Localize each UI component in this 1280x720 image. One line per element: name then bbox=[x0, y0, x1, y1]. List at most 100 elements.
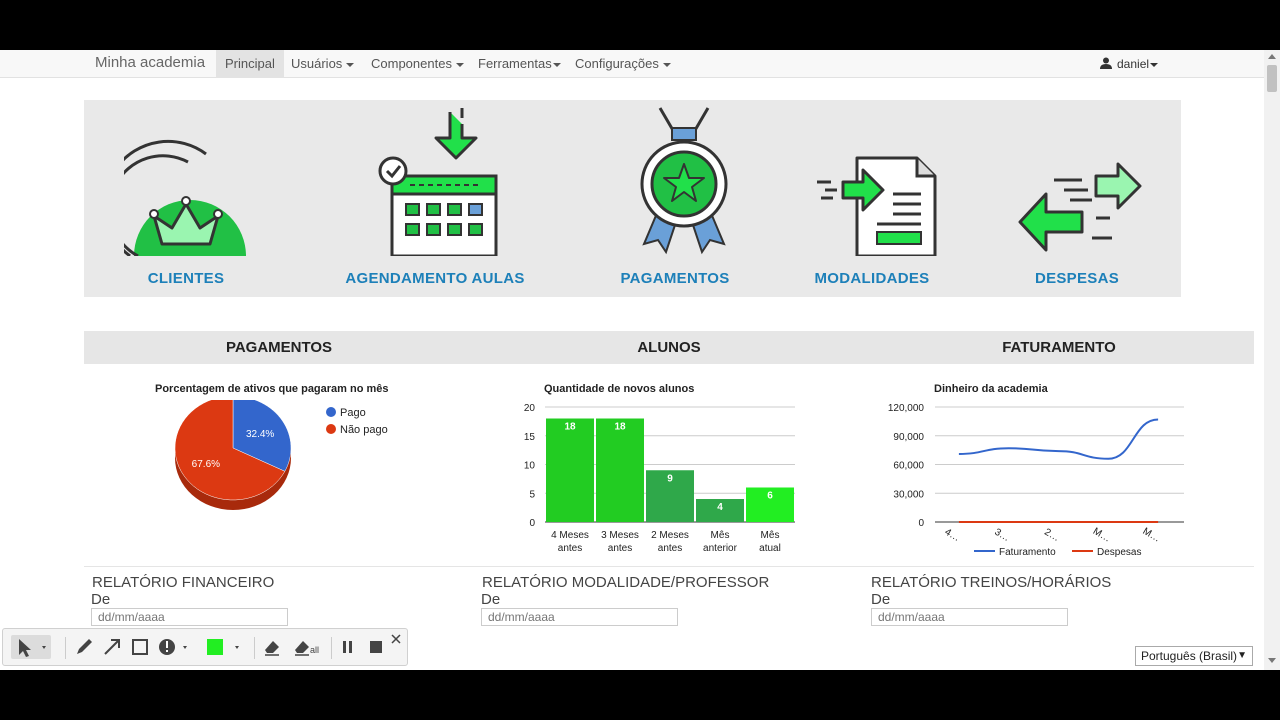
x-tick-label: atual bbox=[759, 543, 781, 554]
pie-slice-label: 67.6% bbox=[192, 459, 220, 470]
dropdown-arrow-icon: ▼ bbox=[1237, 650, 1247, 661]
eraser-all-label: all bbox=[310, 645, 320, 655]
eraser-icon bbox=[265, 641, 279, 656]
x-tick-label: M… bbox=[1091, 526, 1112, 545]
pause-icon bbox=[343, 641, 352, 653]
pause-button[interactable] bbox=[337, 635, 359, 659]
stop-icon bbox=[370, 641, 382, 653]
brand-link[interactable]: Minha academia bbox=[95, 54, 205, 71]
x-tick-label: 4 Meses bbox=[551, 530, 589, 541]
language-select[interactable]: Português (Brasil) ▼ bbox=[1135, 646, 1253, 666]
arrow-tool[interactable] bbox=[101, 635, 123, 659]
pointer-tool[interactable] bbox=[11, 635, 51, 659]
arrow-icon bbox=[104, 639, 120, 655]
caret-down-icon bbox=[455, 62, 464, 67]
y-tick-label: 90,000 bbox=[893, 432, 924, 443]
feature-label: AGENDAMENTO AULAS bbox=[345, 270, 525, 287]
report-from-label: De bbox=[91, 591, 111, 608]
legend-label: Despesas bbox=[1097, 547, 1141, 558]
toolbar-separator bbox=[331, 637, 332, 659]
bar-value-label: 9 bbox=[667, 473, 673, 484]
eraser-all-tool[interactable]: all bbox=[291, 635, 327, 659]
pencil-tool[interactable] bbox=[73, 635, 95, 659]
x-tick-label: 2 Meses bbox=[651, 530, 689, 541]
y-tick-label: 120,000 bbox=[888, 403, 925, 414]
bar bbox=[596, 418, 644, 522]
rectangle-icon bbox=[132, 639, 148, 655]
report-title-modalidade-professor: RELATÓRIO MODALIDADE/PROFESSOR bbox=[482, 574, 770, 591]
chart-title-alunos: Quantidade de novos alunos bbox=[544, 383, 695, 395]
dashboard-section-header: PAGAMENTOS ALUNOS FATURAMENTO bbox=[84, 331, 1254, 364]
bar-value-label: 18 bbox=[614, 422, 626, 433]
color-swatch bbox=[207, 639, 239, 655]
x-tick-label: antes bbox=[658, 543, 682, 554]
legend-label: Não pago bbox=[340, 424, 388, 436]
eraser-tool[interactable] bbox=[261, 635, 283, 659]
nav-ferramentas-dropdown[interactable]: Ferramentas bbox=[469, 50, 570, 78]
x-tick-label: Mês bbox=[711, 530, 730, 541]
user-menu[interactable]: daniel bbox=[1100, 50, 1159, 78]
x-tick-label: antes bbox=[558, 543, 582, 554]
annotation-toolbar: all bbox=[2, 628, 408, 666]
y-tick-label: 5 bbox=[529, 489, 535, 500]
x-tick-label: anterior bbox=[703, 543, 738, 554]
page-scrollbar[interactable] bbox=[1264, 50, 1280, 670]
language-value: Português (Brasil) bbox=[1141, 649, 1238, 663]
series-line-faturamento bbox=[958, 418, 1159, 460]
pie-slice-label: 32.4% bbox=[246, 429, 274, 440]
y-tick-label: 0 bbox=[918, 518, 924, 529]
color-picker[interactable] bbox=[205, 635, 245, 659]
medal-icon bbox=[640, 107, 728, 255]
crown-icon bbox=[124, 139, 246, 256]
alert-tool[interactable] bbox=[157, 635, 197, 659]
toolbar-separator bbox=[254, 637, 255, 659]
x-tick-label: Mês bbox=[761, 530, 780, 541]
rectangle-tool[interactable] bbox=[129, 635, 151, 659]
navbar: Minha academia Principal Usuários Compon… bbox=[0, 50, 1264, 78]
caret-down-icon bbox=[1150, 62, 1159, 67]
chart-title-pagamentos: Porcentagem de ativos que pagaram no mês bbox=[155, 383, 389, 395]
nav-label: Componentes bbox=[371, 56, 452, 71]
nav-componentes-dropdown[interactable]: Componentes bbox=[362, 50, 473, 78]
scroll-down-icon[interactable] bbox=[1268, 658, 1276, 663]
report-from-label: De bbox=[481, 591, 501, 608]
y-tick-label: 30,000 bbox=[893, 489, 924, 500]
feature-panel: CLIENTES AGENDAMENTO AULAS PAGAMENTOS MO… bbox=[84, 100, 1181, 297]
feature-label: MODALIDADES bbox=[814, 270, 930, 287]
scroll-up-icon[interactable] bbox=[1268, 54, 1276, 59]
legend-dot bbox=[326, 424, 336, 434]
browser-viewport: Minha academia Principal Usuários Compon… bbox=[0, 50, 1280, 670]
x-tick-label: antes bbox=[608, 543, 632, 554]
legend-dot bbox=[326, 407, 336, 417]
feature-pagamentos[interactable]: PAGAMENTOS bbox=[604, 100, 746, 297]
feature-label: CLIENTES bbox=[147, 270, 225, 287]
close-toolbar-button[interactable] bbox=[389, 631, 403, 655]
scroll-thumb[interactable] bbox=[1267, 65, 1277, 92]
y-tick-label: 0 bbox=[529, 518, 535, 529]
feature-label: DESPESAS bbox=[1034, 270, 1120, 287]
calendar-icon bbox=[378, 108, 498, 256]
feature-agendamento-aulas[interactable]: AGENDAMENTO AULAS bbox=[342, 100, 528, 297]
arrows-icon bbox=[1018, 162, 1142, 252]
report-title-financeiro: RELATÓRIO FINANCEIRO bbox=[92, 574, 275, 591]
x-tick-label: M… bbox=[1141, 526, 1162, 545]
legend-label: Pago bbox=[340, 407, 366, 419]
feature-clientes[interactable]: CLIENTES bbox=[106, 100, 266, 297]
nav-usuarios-dropdown[interactable]: Usuários bbox=[282, 50, 363, 78]
stop-button[interactable] bbox=[365, 635, 387, 659]
pencil-icon bbox=[77, 639, 92, 654]
feature-despesas[interactable]: DESPESAS bbox=[1008, 100, 1146, 297]
report-from-label: De bbox=[871, 591, 891, 608]
nav-configuracoes-dropdown[interactable]: Configurações bbox=[566, 50, 680, 78]
feature-modalidades[interactable]: MODALIDADES bbox=[802, 100, 942, 297]
alert-icon bbox=[159, 639, 187, 655]
pointer-icon bbox=[19, 639, 46, 657]
nav-principal[interactable]: Principal bbox=[216, 50, 284, 78]
y-tick-label: 20 bbox=[524, 403, 536, 414]
caret-down-icon bbox=[346, 62, 355, 67]
feature-label: PAGAMENTOS bbox=[620, 270, 730, 287]
report-modalidade-date-input[interactable] bbox=[481, 608, 678, 626]
report-financeiro-date-input[interactable] bbox=[91, 608, 288, 626]
report-treinos-date-input[interactable] bbox=[871, 608, 1068, 626]
report-title-treinos-horarios: RELATÓRIO TREINOS/HORÁRIOS bbox=[871, 574, 1112, 591]
